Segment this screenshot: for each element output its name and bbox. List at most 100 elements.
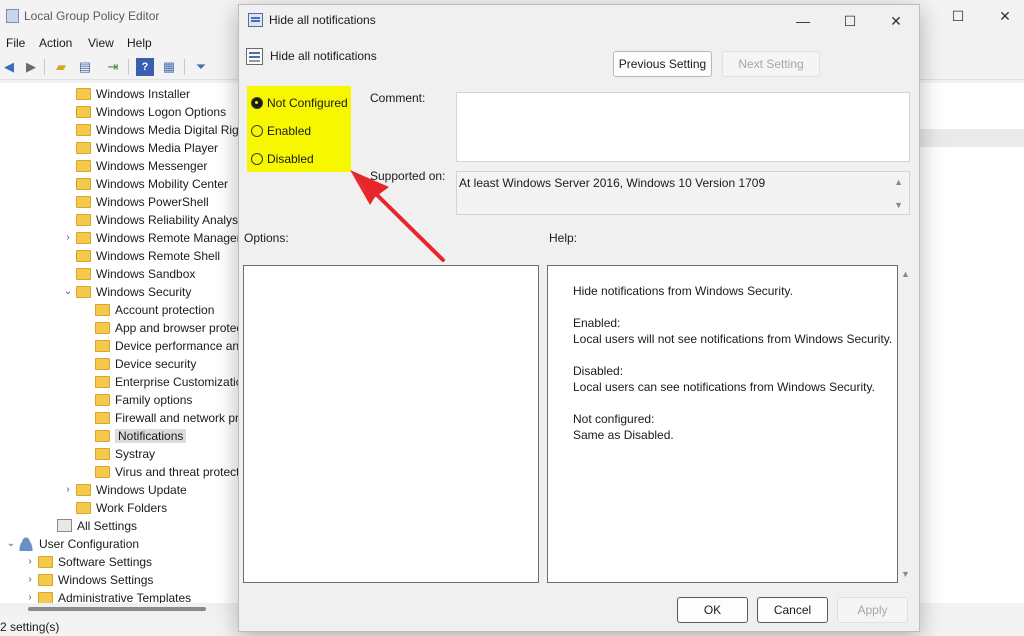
group-policy-app-icon — [6, 9, 19, 23]
help-icon[interactable]: ? — [136, 58, 154, 76]
tree-item-label: Windows Logon Options — [96, 105, 227, 119]
tree-item-label: Windows Remote Managem — [96, 231, 240, 245]
tree-item-label: Windows Installer — [96, 87, 191, 101]
folder-icon — [76, 88, 91, 100]
tree-item-virus-threat-protection[interactable]: Virus and threat protecti — [95, 463, 240, 481]
tree-item-all-settings[interactable]: All Settings — [57, 517, 137, 535]
expand-chevron-icon[interactable]: › — [24, 589, 36, 603]
folder-icon — [95, 448, 110, 460]
tree-item-label: Windows Security — [96, 285, 192, 299]
tree-item-systray[interactable]: Systray — [95, 445, 155, 463]
scroll-up-icon[interactable]: ▲ — [894, 177, 903, 187]
tree-item-device-security[interactable]: Device security — [95, 355, 196, 373]
collapse-chevron-icon[interactable]: ⌄ — [62, 283, 74, 301]
properties-icon[interactable]: ▦ — [160, 58, 178, 76]
folder-icon — [76, 286, 91, 298]
dialog-minimize-icon[interactable]: — — [791, 11, 815, 31]
main-close-icon[interactable]: ✕ — [993, 6, 1017, 26]
supported-on-value: At least Windows Server 2016, Windows 10… — [459, 176, 766, 190]
tree-item-label: Device security — [115, 357, 197, 371]
menu-help[interactable]: Help — [127, 36, 152, 50]
comment-label: Comment: — [370, 91, 426, 105]
tree-item-windows-logon-options[interactable]: Windows Logon Options — [76, 103, 226, 121]
tree-item-user-configuration[interactable]: ⌄ User Configuration — [7, 535, 139, 553]
settings-list-row[interactable] — [920, 129, 1024, 147]
tree-item-windows-security[interactable]: ⌄ Windows Security — [64, 283, 192, 301]
tree-item-windows-media-drm[interactable]: Windows Media Digital Righ — [76, 121, 240, 139]
expand-chevron-icon[interactable]: › — [24, 571, 36, 589]
tree-item-administrative-templates[interactable]: › Administrative Templates — [28, 589, 192, 603]
tree-item-enterprise-customization[interactable]: Enterprise Customization — [95, 373, 240, 391]
tree-item-windows-settings[interactable]: › Windows Settings — [28, 571, 153, 589]
cancel-button[interactable]: Cancel — [757, 597, 828, 623]
user-configuration-icon — [19, 537, 34, 551]
help-text: Hide notifications from Windows Security… — [573, 283, 893, 459]
tree-item-firewall-network[interactable]: Firewall and network pro — [95, 409, 240, 427]
tree-item-label: Administrative Templates — [58, 591, 192, 603]
main-maximize-icon[interactable]: ☐ — [946, 6, 970, 26]
tree-item-app-browser-protection[interactable]: App and browser protec — [95, 319, 240, 337]
folder-icon — [95, 412, 110, 424]
folder-icon — [95, 466, 110, 478]
tree-item-label: Windows Update — [96, 483, 187, 497]
dialog-maximize-icon[interactable]: ☐ — [838, 11, 862, 31]
comment-input[interactable] — [456, 92, 910, 162]
previous-setting-button[interactable]: Previous Setting — [613, 51, 712, 77]
tree-item-windows-update[interactable]: › Windows Update — [66, 481, 187, 499]
help-scroll-down-icon[interactable]: ▼ — [901, 569, 913, 579]
help-scroll-up-icon[interactable]: ▲ — [901, 269, 913, 279]
scrollbar-thumb[interactable] — [28, 607, 206, 611]
tree-item-family-options[interactable]: Family options — [95, 391, 192, 409]
folder-icon — [76, 160, 91, 172]
expand-chevron-icon[interactable]: › — [62, 229, 74, 247]
up-folder-icon[interactable]: ▰ — [52, 58, 70, 76]
tree-item-windows-reliability-analysis[interactable]: Windows Reliability Analysis — [76, 211, 240, 229]
next-setting-button[interactable]: Next Setting — [722, 51, 820, 77]
folder-icon — [95, 394, 110, 406]
tree-item-windows-remote-shell[interactable]: Windows Remote Shell — [76, 247, 220, 265]
folder-icon — [76, 178, 91, 190]
tree-item-notifications[interactable]: Notifications — [95, 427, 187, 445]
radio-not-configured[interactable]: Not Configured — [251, 95, 348, 111]
export-list-icon[interactable]: ⇥ — [104, 58, 122, 76]
radio-label: Enabled — [267, 124, 312, 138]
scroll-down-icon[interactable]: ▼ — [894, 200, 903, 210]
tree-item-windows-installer[interactable]: Windows Installer — [76, 85, 190, 103]
show-hide-tree-icon[interactable]: ▤ — [76, 58, 94, 76]
tree-horizontal-scrollbar[interactable] — [0, 603, 240, 615]
folder-icon — [95, 322, 110, 334]
tree-item-device-performance[interactable]: Device performance and — [95, 337, 240, 355]
radio-enabled[interactable]: Enabled — [251, 123, 311, 139]
radio-label: Not Configured — [267, 96, 348, 110]
expand-chevron-icon[interactable]: › — [24, 553, 36, 571]
tree-item-work-folders[interactable]: Work Folders — [76, 499, 167, 517]
tree-item-windows-media-player[interactable]: Windows Media Player — [76, 139, 218, 157]
menu-file[interactable]: File — [6, 36, 25, 50]
dialog-close-icon[interactable]: ✕ — [884, 11, 908, 31]
menu-view[interactable]: View — [88, 36, 114, 50]
tree-item-windows-remote-management[interactable]: › Windows Remote Managem — [66, 229, 240, 247]
toolbar-separator — [184, 59, 185, 75]
filter-icon[interactable]: ⏷ — [192, 58, 210, 76]
menu-action[interactable]: Action — [39, 36, 72, 50]
ok-button[interactable]: OK — [677, 597, 748, 623]
tree-item-label: Windows Remote Shell — [96, 249, 221, 263]
dialog-titlebar[interactable]: Hide all notifications — ☐ ✕ — [239, 5, 919, 37]
help-label: Help: — [549, 231, 578, 245]
forward-arrow-icon[interactable]: ▶ — [22, 58, 40, 76]
back-arrow-icon[interactable]: ◀ — [0, 58, 18, 76]
apply-button[interactable]: Apply — [837, 597, 908, 623]
tree-item-windows-powershell[interactable]: Windows PowerShell — [76, 193, 209, 211]
tree-item-windows-sandbox[interactable]: Windows Sandbox — [76, 265, 195, 283]
tree-item-account-protection[interactable]: Account protection — [95, 301, 214, 319]
tree-item-windows-messenger[interactable]: Windows Messenger — [76, 157, 207, 175]
dialog-title: Hide all notifications — [269, 13, 376, 27]
tree-item-software-settings[interactable]: › Software Settings — [28, 553, 152, 571]
tree-item-windows-mobility-center[interactable]: Windows Mobility Center — [76, 175, 228, 193]
radio-disabled[interactable]: Disabled — [251, 151, 314, 167]
tree-item-label: Work Folders — [96, 501, 168, 515]
radio-checked-icon — [251, 97, 263, 109]
main-window-title: Local Group Policy Editor — [24, 9, 160, 23]
collapse-chevron-icon[interactable]: ⌄ — [5, 535, 17, 553]
expand-chevron-icon[interactable]: › — [62, 481, 74, 499]
